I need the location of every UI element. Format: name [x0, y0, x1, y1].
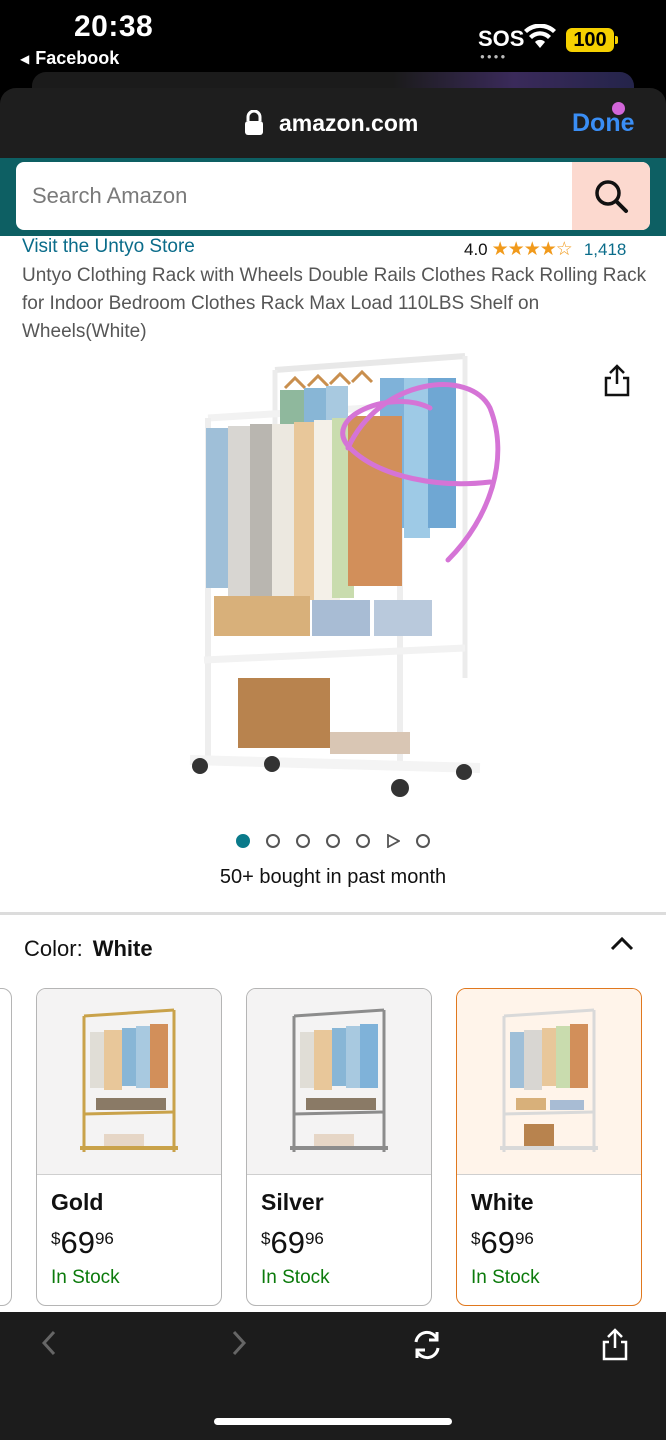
- domain-label[interactable]: amazon.com: [279, 110, 418, 137]
- search-icon: [595, 180, 628, 213]
- lock-icon: [245, 110, 263, 135]
- search-button[interactable]: [572, 162, 650, 230]
- carousel-dot[interactable]: [266, 834, 280, 848]
- notification-dot: [612, 102, 625, 115]
- carousel-dot[interactable]: [356, 834, 370, 848]
- carousel-dot[interactable]: [236, 834, 250, 848]
- color-option-price: $6996: [51, 1225, 114, 1260]
- carrier-label: SOS: [478, 26, 525, 51]
- search-box: [16, 162, 650, 230]
- color-swatches: Gold $6996 In Stock Silver $6996 In Stoc…: [0, 988, 666, 1308]
- amazon-search-bar: [0, 158, 666, 236]
- rating-summary[interactable]: 4.0 ★★★★☆ 1,418: [464, 238, 626, 261]
- color-option-name: White: [471, 1189, 534, 1215]
- clock: 20:38: [74, 10, 154, 43]
- stock-status: In Stock: [261, 1267, 330, 1288]
- color-option-gold[interactable]: Gold $6996 In Stock: [36, 988, 222, 1306]
- chevron-up-icon[interactable]: [610, 936, 634, 952]
- color-option-price: $6996: [471, 1225, 534, 1260]
- carousel-dot[interactable]: [326, 834, 340, 848]
- color-selector-label: Color: White: [24, 936, 153, 962]
- color-option-price: $6996: [261, 1225, 324, 1260]
- rating-value: 4.0: [464, 239, 488, 259]
- back-triangle-icon: ◀: [20, 51, 30, 66]
- image-carousel-dots[interactable]: [0, 834, 666, 848]
- product-title: Untyo Clothing Rack with Wheels Double R…: [22, 265, 647, 342]
- reload-icon[interactable]: [410, 1328, 444, 1362]
- wifi-icon: [524, 24, 556, 48]
- done-button[interactable]: Done: [572, 109, 635, 138]
- color-option-name: Gold: [51, 1189, 104, 1215]
- search-input[interactable]: [16, 162, 572, 230]
- signal-dots-icon: ●●●●: [480, 52, 508, 61]
- battery-indicator: 100: [566, 28, 618, 52]
- share-icon[interactable]: [600, 1328, 630, 1362]
- color-option-silver[interactable]: Silver $6996 In Stock: [246, 988, 432, 1306]
- color-label: Color:: [24, 936, 83, 961]
- product-image[interactable]: [180, 348, 510, 808]
- white-rack-thumbnail: [457, 989, 641, 1175]
- carousel-dot[interactable]: [296, 834, 310, 848]
- stock-status: In Stock: [471, 1267, 540, 1288]
- star-rating-icon: ★★★★☆: [491, 239, 573, 260]
- gold-rack-thumbnail: [37, 989, 221, 1175]
- back-to-app-button[interactable]: ◀ Facebook: [20, 48, 119, 69]
- color-option-name: Silver: [261, 1189, 324, 1215]
- home-indicator[interactable]: [214, 1418, 452, 1425]
- store-link[interactable]: Visit the Untyo Store: [22, 236, 195, 258]
- section-divider: [0, 912, 666, 915]
- video-play-icon[interactable]: [386, 834, 400, 848]
- bought-count: 50+ bought in past month: [219, 866, 447, 888]
- product-page: Visit the Untyo Store 4.0 ★★★★☆ 1,418 Un…: [0, 236, 666, 1312]
- stock-status: In Stock: [51, 1267, 120, 1288]
- selected-color: White: [92, 936, 153, 961]
- forward-arrow-icon[interactable]: [228, 1328, 250, 1358]
- color-option-white[interactable]: White $6996 In Stock: [456, 988, 642, 1306]
- silver-rack-thumbnail: [247, 989, 431, 1175]
- back-arrow-icon[interactable]: [38, 1328, 60, 1358]
- rating-count[interactable]: 1,418: [584, 240, 627, 260]
- back-app-label: Facebook: [35, 48, 120, 68]
- share-icon[interactable]: [602, 364, 632, 398]
- carousel-dot[interactable]: [416, 834, 430, 848]
- browser-url-bar: amazon.com Done: [0, 88, 666, 158]
- color-option-partial[interactable]: [0, 988, 12, 1306]
